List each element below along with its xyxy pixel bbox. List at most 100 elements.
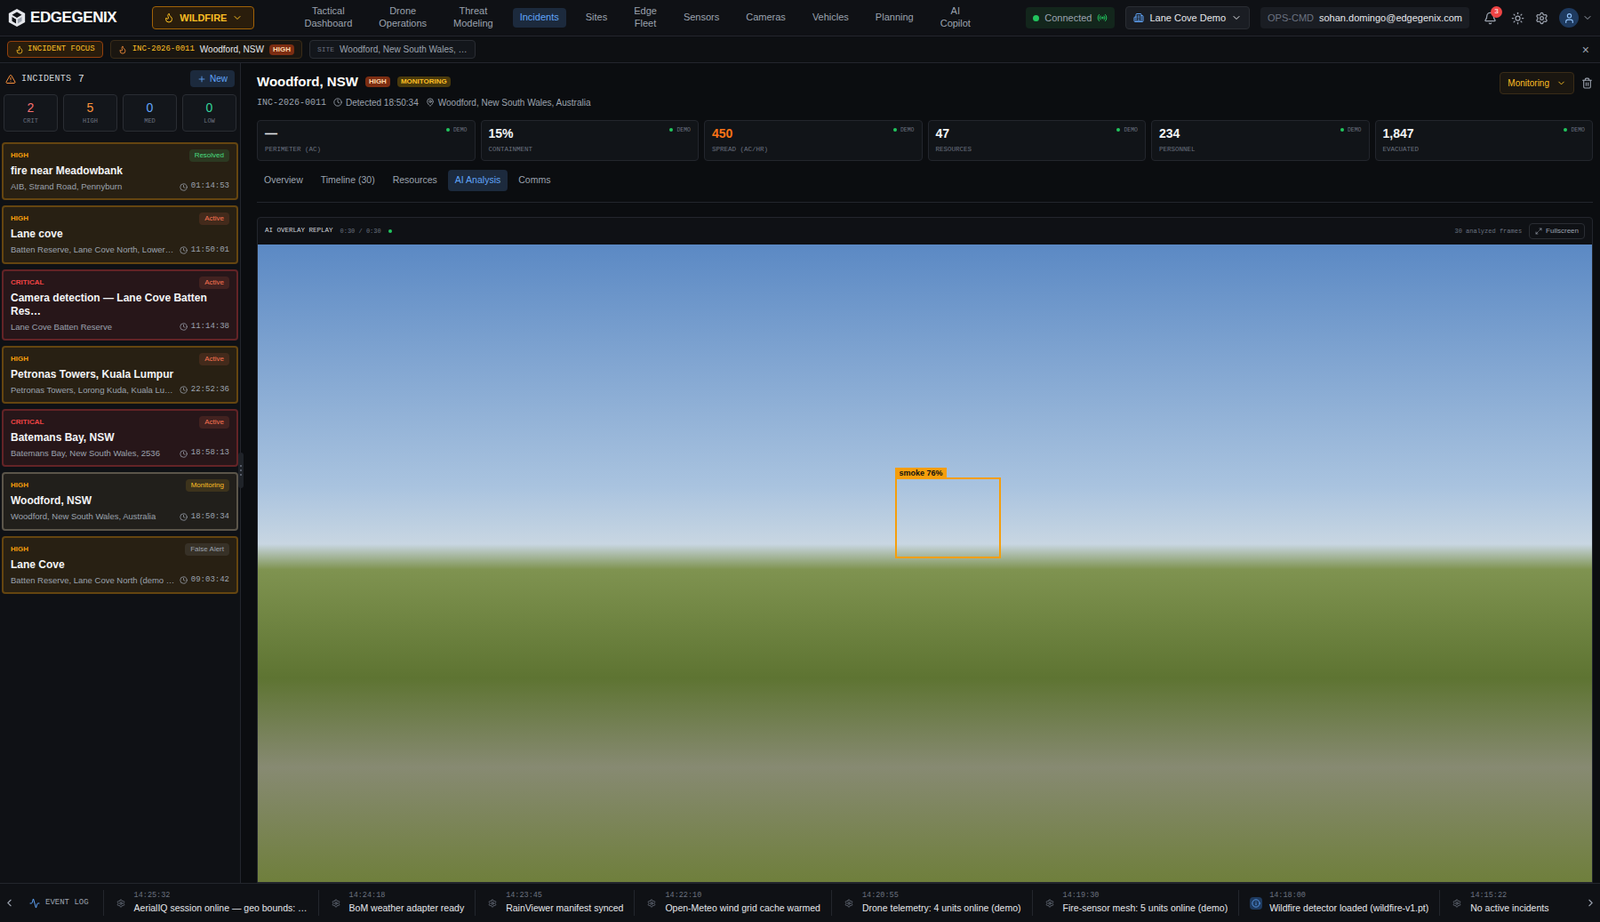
clock-icon [179, 576, 188, 584]
system-icon [488, 898, 497, 908]
status-badge: Active [199, 352, 230, 366]
user-menu[interactable] [1559, 8, 1593, 28]
app: EDGEGENIX WILDFIRE Tactical Dashboard Drone… [0, 0, 1600, 922]
brand[interactable]: EDGEGENIX [7, 6, 117, 30]
incident-card[interactable]: HIGHActivePetronas Towers, Kuala LumpurP… [1, 345, 239, 404]
focus-incident-chip[interactable]: INC-2026-0011Woodford, NSWHIGH [110, 40, 303, 59]
status-badge: MONITORING [397, 76, 451, 88]
nav-item[interactable]: Tactical Dashboard [296, 1, 360, 34]
tab[interactable]: AI Analysis [448, 169, 508, 192]
status-badge: False Alert [184, 543, 230, 556]
stat-card: 450DEMOSPREAD (AC/HR) [704, 120, 923, 162]
chevron-down-icon [1582, 12, 1593, 24]
gear-icon[interactable] [1535, 11, 1549, 25]
event-entry[interactable]: 14:23:45RainViewer manifest synced [474, 889, 634, 916]
top-nav: EDGEGENIX WILDFIRE Tactical Dashboard Drone… [0, 0, 1600, 37]
severity-stat[interactable]: 2CRIT [3, 94, 58, 132]
info-icon [1251, 898, 1261, 908]
nav-item[interactable]: Incidents [512, 8, 567, 28]
status-select[interactable]: Monitoring [1499, 72, 1575, 95]
severity-badge: HIGH [365, 76, 391, 88]
incident-card[interactable]: HIGHMonitoringWoodford, NSWWoodford, New… [1, 472, 239, 530]
clock-icon [333, 97, 343, 107]
nav-item[interactable]: Edge Fleet [626, 1, 664, 34]
incident-sidebar: INCIDENTS7New2CRIT5HIGH0MED0LOWHIGHResol… [0, 63, 241, 883]
tab[interactable]: Timeline (30) [313, 169, 383, 192]
flame-icon [163, 12, 175, 24]
nav-item[interactable]: Vehicles [805, 8, 856, 28]
nav-item[interactable]: Sites [578, 8, 615, 28]
incident-title: fire near Meadowbank [10, 164, 230, 178]
stat-cards: —DEMOPERIMETER (AC)15%DEMOCONTAINMENT450… [256, 120, 1593, 162]
incident-title: Lane Cove [10, 558, 230, 572]
close-focus-button[interactable]: × [1578, 43, 1593, 56]
status-badge: Active [199, 212, 230, 225]
event-entry[interactable]: 14:18:00Wildfire detector loaded (wildfi… [1238, 889, 1440, 916]
clock-icon [179, 449, 188, 458]
event-entry[interactable]: 14:22:10Open-Meteo wind grid cache warme… [633, 889, 832, 916]
clock-icon [179, 322, 188, 331]
tab[interactable]: Overview [256, 169, 311, 192]
trash-icon[interactable] [1581, 77, 1593, 89]
plus-icon [197, 74, 207, 84]
incident-card[interactable]: HIGHActiveLane coveBatten Reserve, Lane … [1, 205, 239, 264]
event-entry[interactable]: 14:24:18BoM weather adapter ready [318, 889, 476, 916]
clock-icon [179, 512, 188, 521]
tab[interactable]: Comms [511, 169, 558, 192]
stat-card: 1,847DEMOEVACUATED [1375, 120, 1594, 162]
severity-stats: 2CRIT5HIGH0MED0LOW [0, 94, 240, 143]
nav-item[interactable]: Drone Operations [371, 1, 434, 34]
chevron-down-icon [1231, 12, 1242, 24]
flame-icon [15, 45, 24, 55]
nav-item[interactable]: AI Copilot [933, 1, 978, 34]
incident-card[interactable]: CRITICALActiveBatemans Bay, NSWBatemans … [1, 408, 239, 467]
incident-title: Woodford, NSW [10, 494, 230, 508]
fullscreen-button[interactable]: Fullscreen [1528, 223, 1585, 240]
activity-icon [29, 897, 40, 909]
flame-icon [118, 45, 128, 55]
user-icon [1563, 12, 1576, 24]
severity-stat[interactable]: 0LOW [182, 94, 237, 132]
user-info: OPS-CMDsohan.domingo@edgegenix.com [1260, 7, 1470, 30]
tab[interactable]: Resources [385, 169, 445, 192]
notifications-button[interactable]: 3 [1480, 8, 1501, 29]
connection-status: Connected [1025, 7, 1115, 30]
event-entry[interactable]: 14:20:55Drone telemetry: 4 units online … [831, 889, 1032, 916]
sidebar-header: INCIDENTS7New [0, 63, 240, 95]
incident-title: Petronas Towers, Kuala Lumpur [10, 368, 230, 382]
nav-item[interactable]: Threat Modeling [446, 1, 501, 34]
site-selector[interactable]: Lane Cove Demo [1125, 6, 1250, 31]
system-icon [844, 898, 854, 908]
resize-handle[interactable] [238, 452, 244, 488]
system-icon [1452, 898, 1462, 908]
expand-icon [1535, 227, 1543, 235]
severity-stat[interactable]: 0MED [122, 94, 177, 132]
stat-card: 47DEMORESOURCES [928, 120, 1147, 162]
sun-icon[interactable] [1511, 11, 1525, 25]
nav-item[interactable]: Cameras [738, 8, 793, 28]
mode-selector[interactable]: WILDFIRE [152, 6, 255, 31]
incident-card[interactable]: HIGHFalse AlertLane CoveBatten Reserve, … [1, 536, 239, 594]
incident-detail: Woodford, NSWHIGHMONITORINGINC-2026-0011… [240, 63, 1600, 883]
incident-card[interactable]: CRITICALActiveCamera detection — Lane Co… [1, 269, 239, 341]
event-entry[interactable]: 14:19:30Fire-sensor mesh: 5 units online… [1032, 889, 1240, 916]
main-nav: Tactical Dashboard Drone Operations Threat… [296, 1, 978, 34]
chevron-down-icon [1556, 78, 1567, 88]
replay-panel: AI OVERLAY REPLAY0:30 / 0:3030 analyzed … [256, 216, 1593, 883]
video-frame: smoke 76% [257, 244, 1592, 882]
stat-card: 15%DEMOCONTAINMENT [480, 120, 700, 162]
chevron-left-icon[interactable] [3, 896, 16, 909]
event-entry[interactable]: 14:25:32AerialIQ session online — geo bo… [103, 889, 319, 916]
detection-box[interactable]: smoke 76% [895, 477, 1001, 559]
new-incident-button[interactable]: New [190, 70, 235, 88]
focus-site-chip[interactable]: SITEWoodford, New South Wales, … [309, 40, 476, 59]
event-entry[interactable]: 14:15:22No active incidents [1439, 889, 1560, 916]
incident-card[interactable]: HIGHResolvedfire near MeadowbankAIB, Str… [1, 142, 239, 200]
incident-focus-bar: INCIDENT FOCUSINC-2026-0011Woodford, NSW… [0, 36, 1600, 64]
chevron-right-icon[interactable] [1584, 896, 1597, 909]
status-badge: Active [199, 416, 230, 429]
signal-icon [1096, 12, 1108, 24]
severity-stat[interactable]: 5HIGH [63, 94, 118, 132]
nav-item[interactable]: Sensors [676, 8, 727, 28]
nav-item[interactable]: Planning [868, 8, 921, 28]
